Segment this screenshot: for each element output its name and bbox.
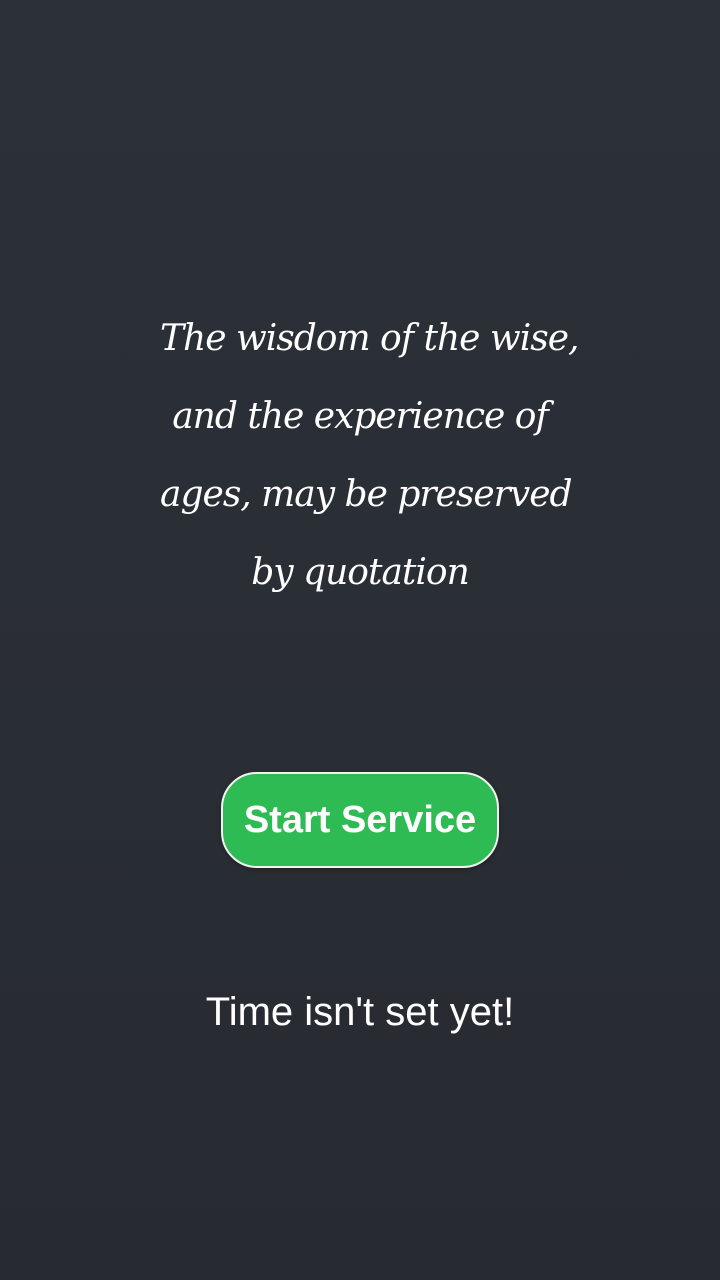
quote-line: and the experience of bbox=[172, 396, 549, 437]
quote-line: The wisdom of the wise, bbox=[160, 318, 579, 359]
start-service-button[interactable]: Start Service bbox=[221, 772, 499, 868]
quote-line: ages, may be preserved bbox=[160, 474, 573, 515]
quote-line: by quotation bbox=[251, 552, 470, 593]
status-message: Time isn't set yet! bbox=[205, 990, 515, 1034]
quote-text: The wisdom of the wise, and the experien… bbox=[160, 300, 579, 612]
main-screen: The wisdom of the wise, and the experien… bbox=[0, 0, 720, 1280]
